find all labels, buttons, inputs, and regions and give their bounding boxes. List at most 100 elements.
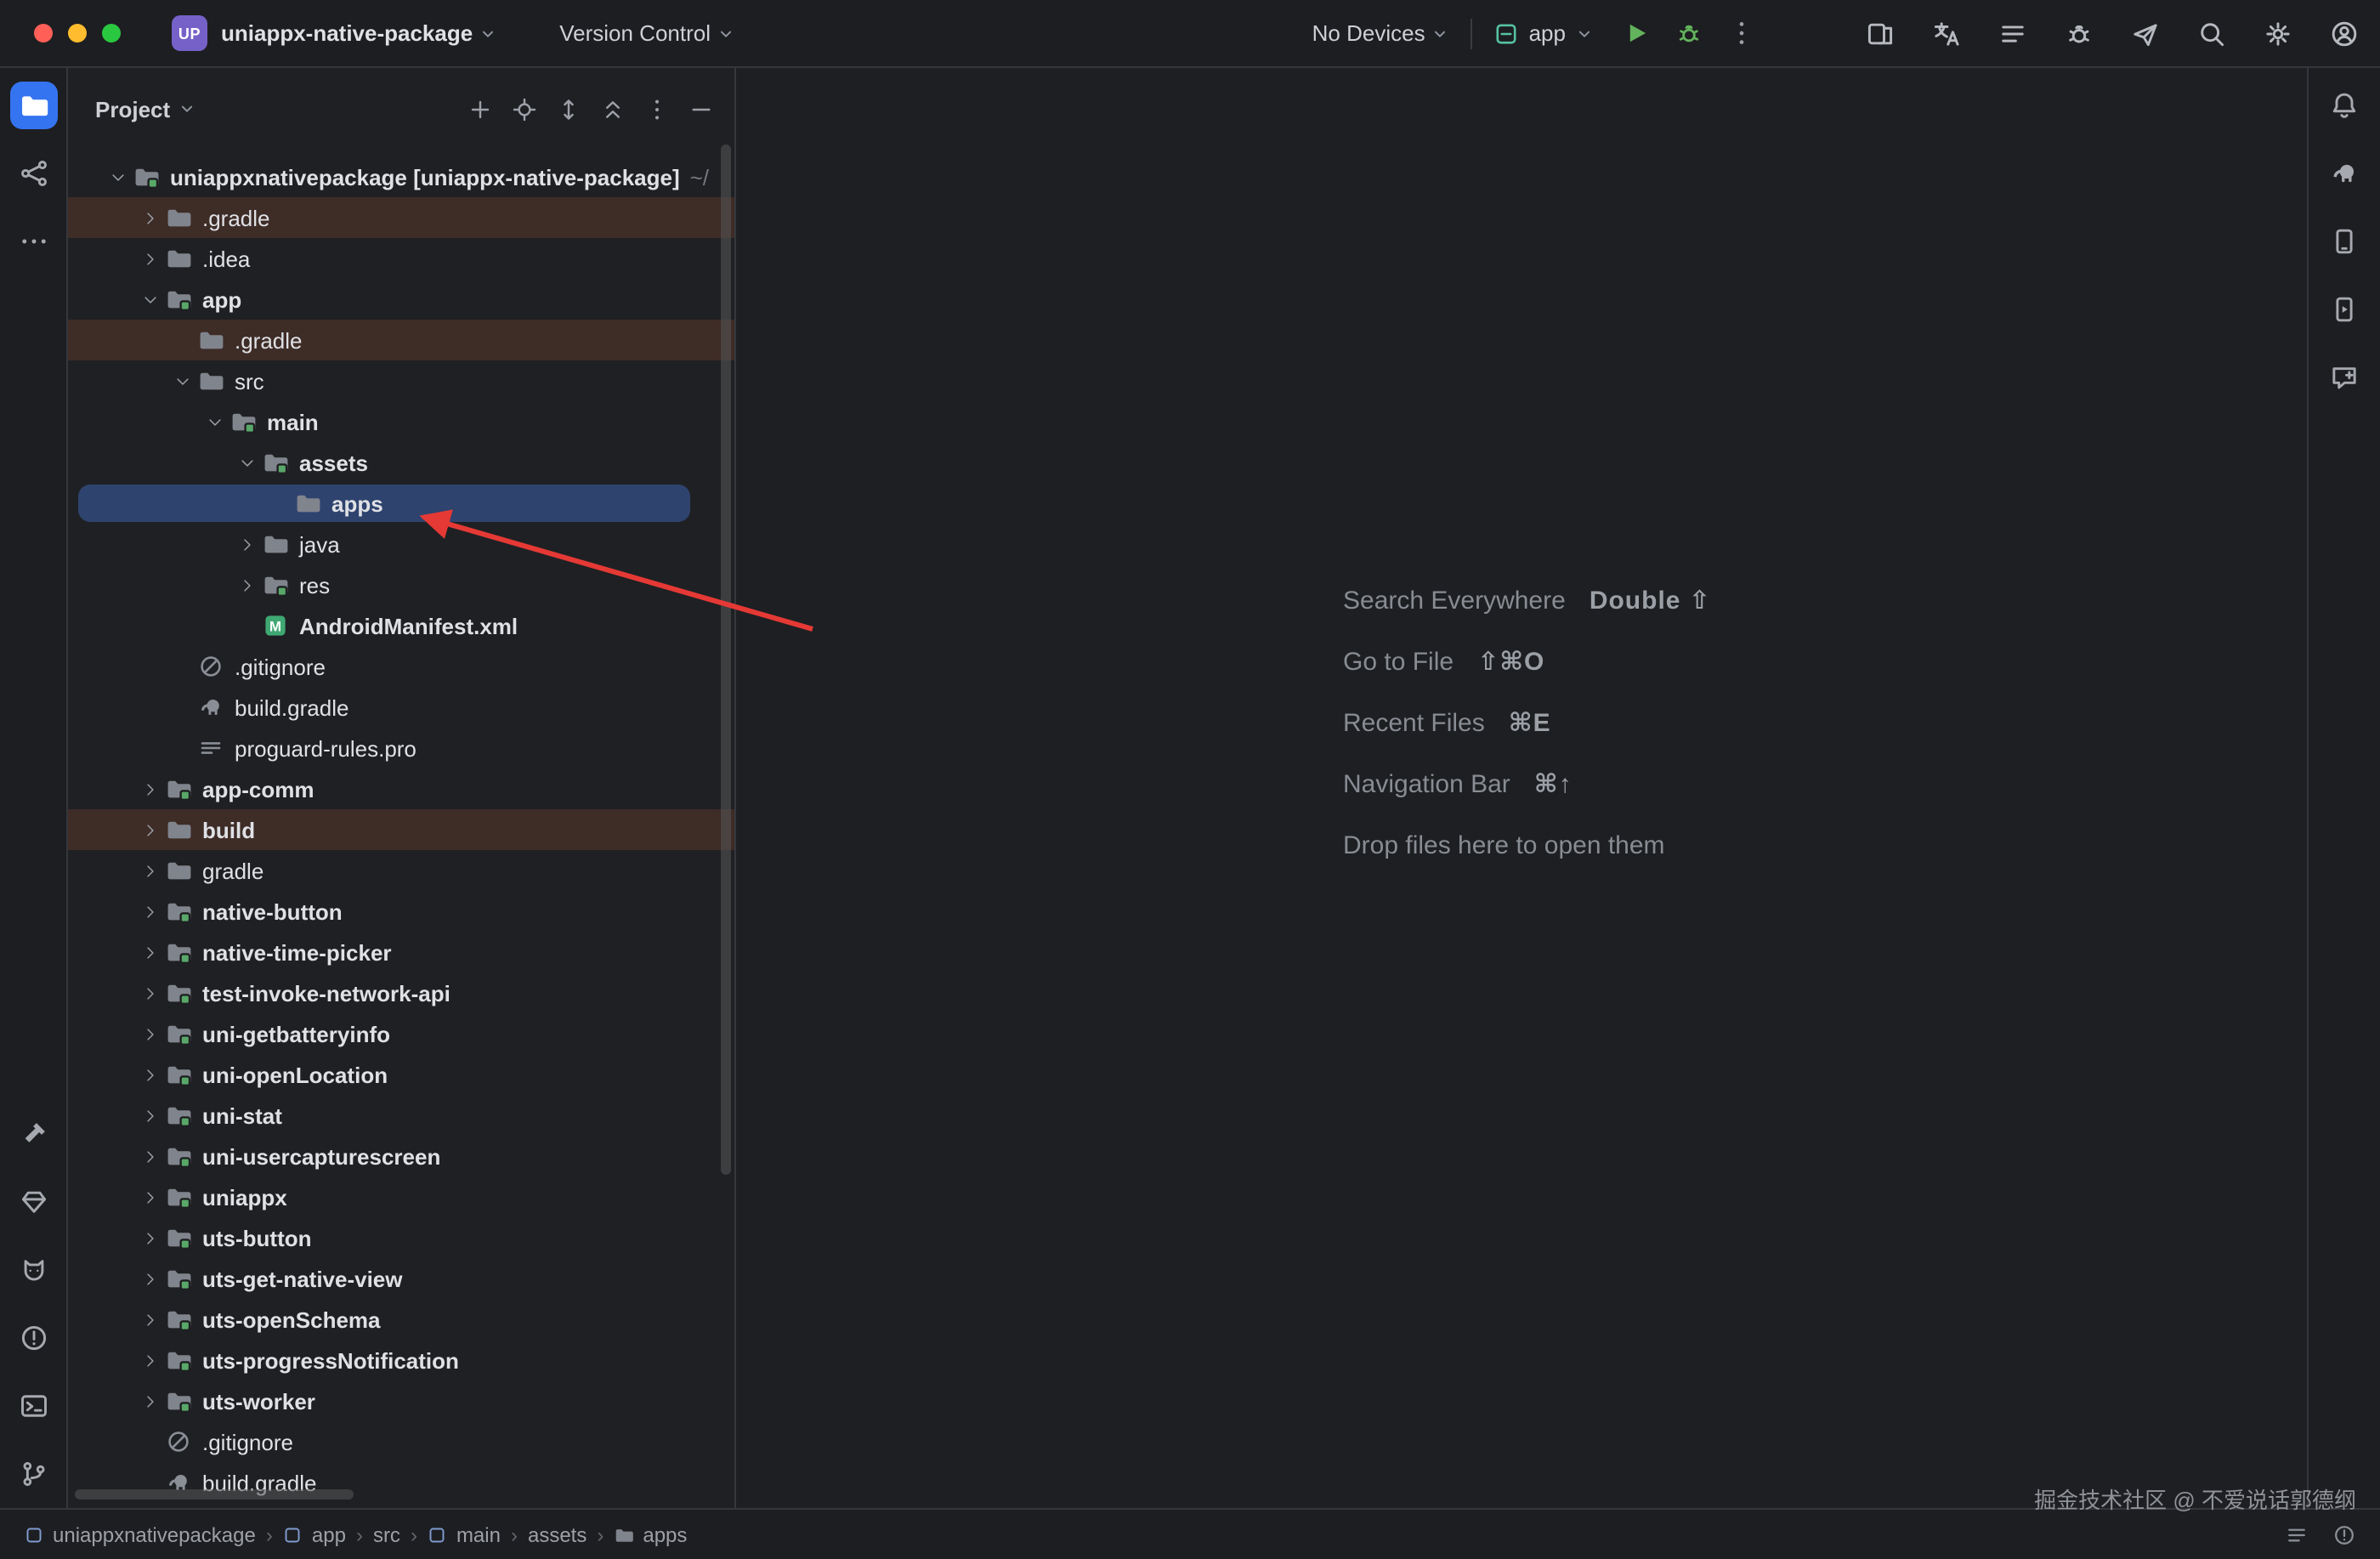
tree-row-uts-progressnotification[interactable]: uts-progressNotification <box>68 1340 734 1380</box>
chevron-closed-icon[interactable] <box>136 210 165 225</box>
translate-icon[interactable] <box>1931 18 1962 48</box>
account-icon[interactable] <box>2329 18 2360 48</box>
bell-icon[interactable] <box>2320 82 2368 129</box>
chevron-closed-icon[interactable] <box>136 1148 165 1164</box>
chevron-closed-icon[interactable] <box>136 1230 165 1245</box>
horizontal-scrollbar[interactable] <box>75 1489 354 1499</box>
chevron-closed-icon[interactable] <box>136 985 165 1001</box>
chevron-open-icon[interactable] <box>104 169 133 184</box>
tree-row-uniappxnativepackage-uniappx-native-package[interactable]: uniappxnativepackage [uniappx-native-pac… <box>68 156 734 197</box>
expand-all-button[interactable] <box>556 96 581 122</box>
tree-row-gitignore[interactable]: .gitignore <box>68 1421 734 1462</box>
tool-gem-button[interactable] <box>9 1178 57 1226</box>
tree-row-uni-stat[interactable]: uni-stat <box>68 1095 734 1136</box>
tree-row-apps[interactable]: apps <box>68 483 734 524</box>
chevron-closed-icon[interactable] <box>136 863 165 878</box>
tree-row-uni-usercapturescreen[interactable]: uni-usercapturescreen <box>68 1136 734 1176</box>
version-control-menu[interactable]: Version Control <box>559 20 736 46</box>
profiler-bug-icon[interactable] <box>2064 18 2094 48</box>
chevron-open-icon[interactable] <box>233 455 262 470</box>
run-configuration-selector[interactable]: app <box>1493 20 1595 47</box>
running-devices-icon[interactable] <box>2320 286 2368 333</box>
task-list-icon[interactable] <box>1998 18 2028 48</box>
tool-git-branch-button[interactable] <box>9 1450 57 1498</box>
more-vertical-button[interactable] <box>644 96 670 122</box>
search-icon[interactable] <box>2196 18 2227 48</box>
chevron-closed-icon[interactable] <box>136 944 165 960</box>
send-feedback-icon[interactable] <box>2130 18 2161 48</box>
breadcrumb-item-apps[interactable]: apps <box>614 1522 687 1546</box>
chevron-closed-icon[interactable] <box>136 904 165 919</box>
project-panel-title-menu[interactable]: Project <box>95 96 197 122</box>
tool-build-hammer-button[interactable] <box>9 1110 57 1158</box>
collapse-all-button[interactable] <box>600 96 626 122</box>
tree-row-res[interactable]: res <box>68 564 734 605</box>
tree-row-main[interactable]: main <box>68 401 734 442</box>
chevron-closed-icon[interactable] <box>233 536 262 552</box>
close-window-button[interactable] <box>34 24 53 43</box>
chevron-closed-icon[interactable] <box>136 1271 165 1286</box>
chevron-closed-icon[interactable] <box>136 1393 165 1409</box>
tree-row-uniappx[interactable]: uniappx <box>68 1176 734 1217</box>
chevron-closed-icon[interactable] <box>136 781 165 797</box>
tree-row-build[interactable]: build <box>68 809 734 850</box>
tree-row-gradle[interactable]: .gradle <box>68 197 734 238</box>
chevron-closed-icon[interactable] <box>233 577 262 592</box>
tool-logcat-button[interactable] <box>9 1246 57 1294</box>
tool-project-view-button[interactable] <box>9 82 57 129</box>
tree-row-uni-getbatteryinfo[interactable]: uni-getbatteryinfo <box>68 1013 734 1054</box>
tree-row-test-invoke-network-api[interactable]: test-invoke-network-api <box>68 972 734 1013</box>
settings-icon[interactable] <box>2263 18 2293 48</box>
breadcrumb-item-main[interactable]: main <box>428 1522 501 1546</box>
tree-row-gradle[interactable]: gradle <box>68 850 734 891</box>
chevron-closed-icon[interactable] <box>136 1312 165 1327</box>
tree-row-uts-button[interactable]: uts-button <box>68 1217 734 1258</box>
tree-row-androidmanifest-xml[interactable]: MAndroidManifest.xml <box>68 605 734 646</box>
chevron-closed-icon[interactable] <box>136 1026 165 1041</box>
chevron-closed-icon[interactable] <box>136 1189 165 1205</box>
tree-row-proguard-rules-pro[interactable]: proguard-rules.pro <box>68 728 734 768</box>
add-button[interactable] <box>468 96 493 122</box>
zoom-window-button[interactable] <box>102 24 121 43</box>
chevron-closed-icon[interactable] <box>136 1108 165 1123</box>
status-problems-icon[interactable] <box>2332 1522 2356 1546</box>
chevron-closed-icon[interactable] <box>136 1352 165 1368</box>
locate-target-button[interactable] <box>512 96 537 122</box>
chevron-closed-icon[interactable] <box>136 822 165 837</box>
chevron-open-icon[interactable] <box>168 373 197 388</box>
tree-row-src[interactable]: src <box>68 360 734 401</box>
tree-row-native-time-picker[interactable]: native-time-picker <box>68 932 734 972</box>
debug-button[interactable] <box>1674 19 1703 48</box>
tree-row-gitignore[interactable]: .gitignore <box>68 646 734 687</box>
gradle-icon[interactable] <box>2320 150 2368 197</box>
vertical-scrollbar[interactable] <box>721 145 731 1175</box>
tree-row-gradle[interactable]: .gradle <box>68 320 734 360</box>
hide-button[interactable] <box>688 96 714 122</box>
tree-row-native-button[interactable]: native-button <box>68 891 734 932</box>
tree-row-uts-openschema[interactable]: uts-openSchema <box>68 1299 734 1340</box>
chevron-closed-icon[interactable] <box>136 1067 165 1082</box>
tree-row-uni-openlocation[interactable]: uni-openLocation <box>68 1054 734 1095</box>
breadcrumb-item-src[interactable]: src <box>373 1522 400 1546</box>
breadcrumb-item-uniappxnativepackage[interactable]: uniappxnativepackage <box>24 1522 256 1546</box>
chevron-open-icon[interactable] <box>201 414 230 429</box>
play-button[interactable] <box>1622 19 1651 48</box>
tree-row-uts-get-native-view[interactable]: uts-get-native-view <box>68 1258 734 1299</box>
assistant-icon[interactable] <box>2320 354 2368 401</box>
chevron-closed-icon[interactable] <box>136 251 165 266</box>
tree-row-idea[interactable]: .idea <box>68 238 734 279</box>
tree-row-assets[interactable]: assets <box>68 442 734 483</box>
device-manager-icon[interactable] <box>2320 218 2368 265</box>
status-task-list-icon[interactable] <box>2285 1522 2309 1546</box>
breadcrumb-item-app[interactable]: app <box>283 1522 346 1546</box>
tree-row-app[interactable]: app <box>68 279 734 320</box>
device-mirror-icon[interactable] <box>1865 18 1896 48</box>
minimize-window-button[interactable] <box>68 24 87 43</box>
tree-row-uts-worker[interactable]: uts-worker <box>68 1380 734 1421</box>
device-selector[interactable]: No Devices <box>1312 20 1451 46</box>
tool-structure-button[interactable] <box>9 150 57 197</box>
tool-more-horizontal-button[interactable] <box>9 218 57 265</box>
tool-problems-button[interactable] <box>9 1314 57 1362</box>
tree-row-build-gradle[interactable]: build.gradle <box>68 687 734 728</box>
tree-row-java[interactable]: java <box>68 524 734 564</box>
